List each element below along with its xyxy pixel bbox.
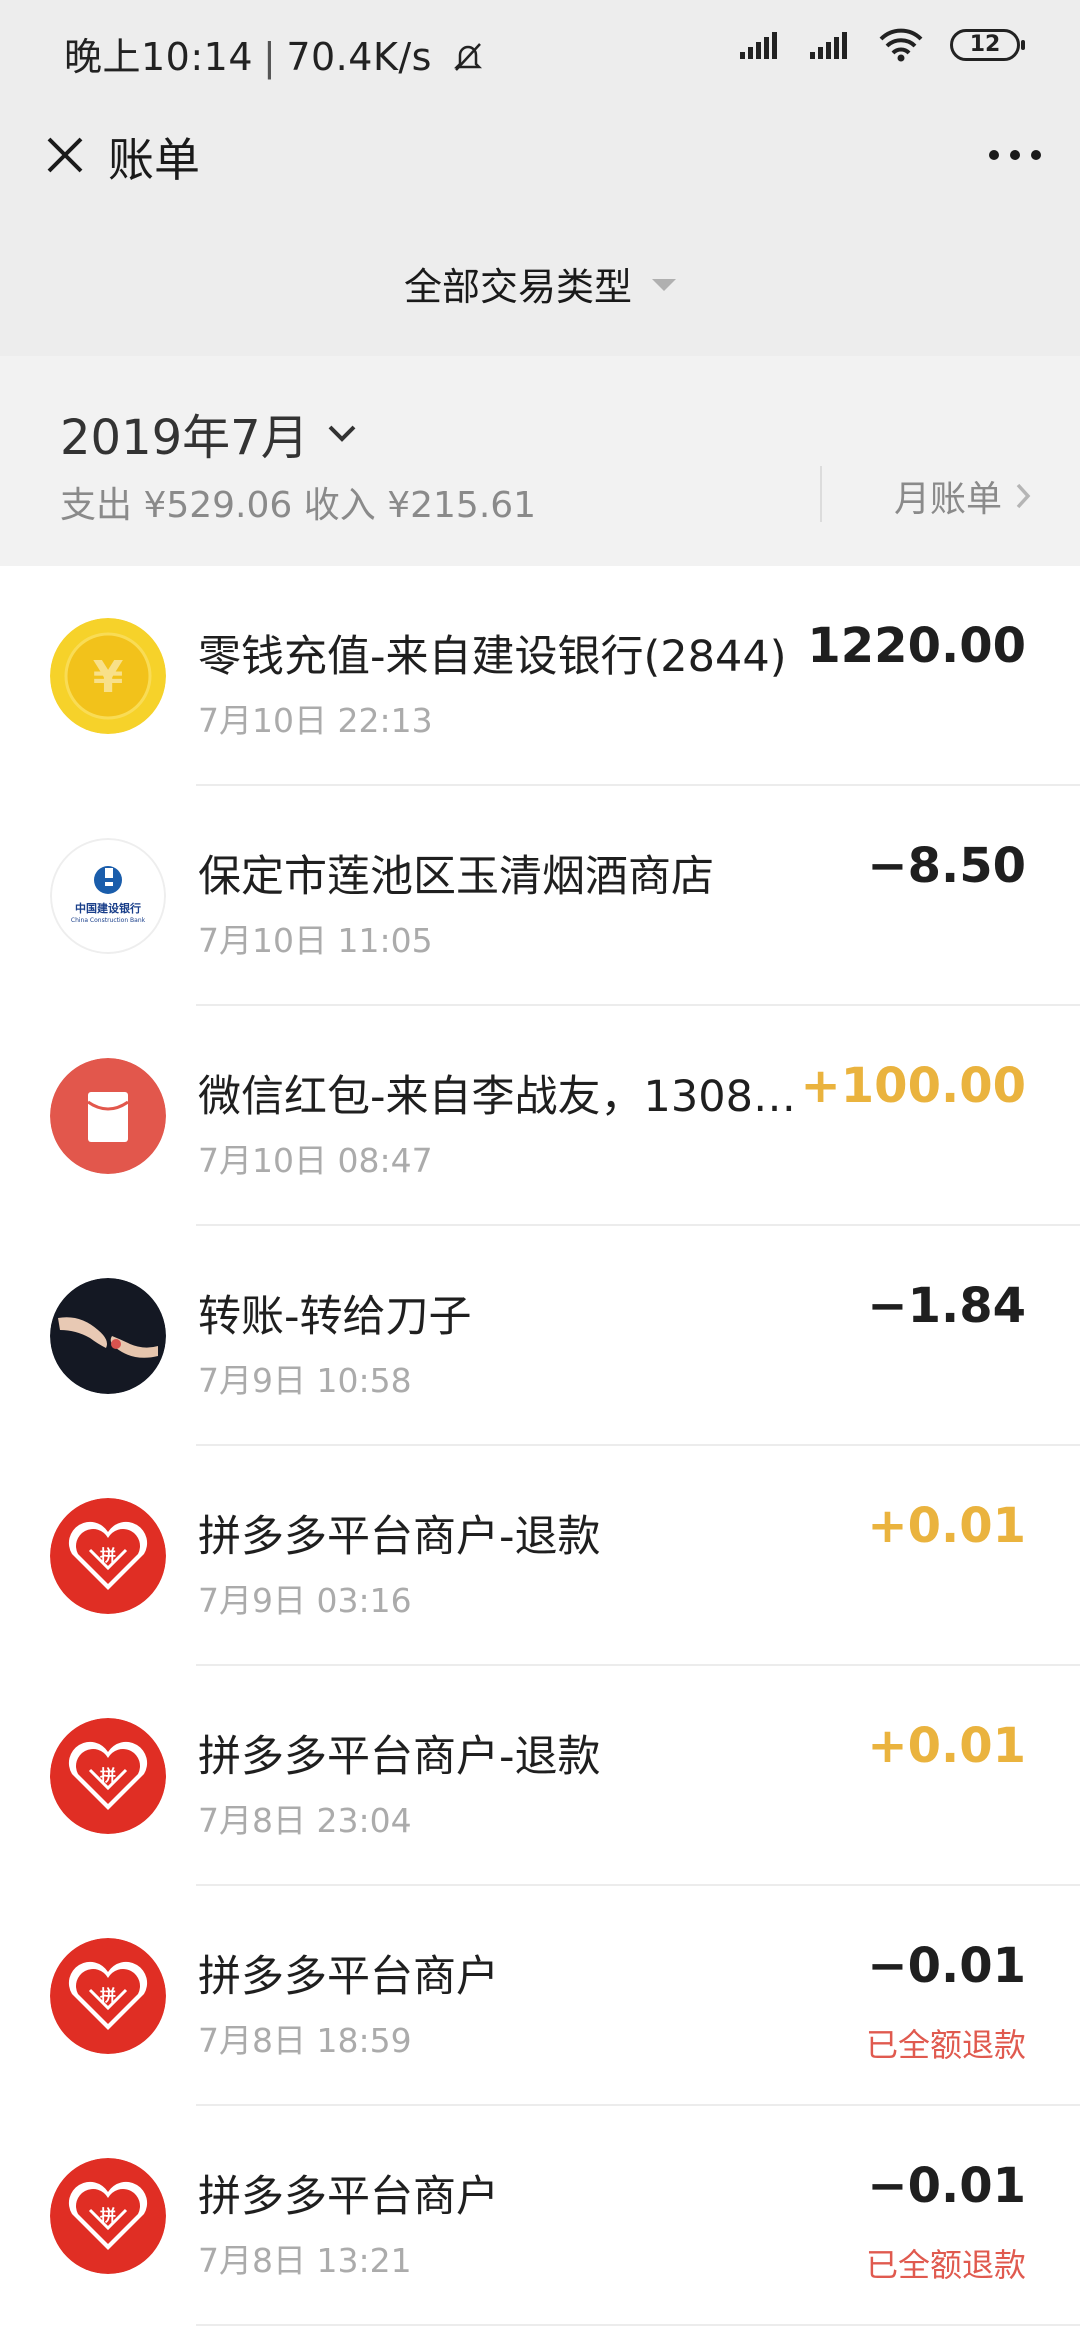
transaction-time: 7月10日 08:47 [198,1141,433,1180]
svg-text:拼: 拼 [100,1546,116,1565]
transaction-title: 拼多多平台商户 [198,2172,499,2222]
status-left: 晚上10:14 | 70.4K/s [64,26,485,81]
user-photo-avatar [50,1278,166,1394]
transaction-title: 转账-转给刀子 [198,1292,472,1342]
svg-text:China Construction Bank: China Construction Bank [71,917,146,924]
monthly-bill-button[interactable]: 月账单 [894,470,1032,522]
pinduoduo-logo: 拼 [50,2158,166,2274]
transaction-row[interactable]: 拼 拼多多平台商户 7月8日 18:59 −0.01 已全额退款 [0,1886,1080,2106]
transaction-amount: −1.84 [867,1278,1026,1334]
transaction-row[interactable]: 微信红包-来自李战友，13082… 7月10日 08:47 +100.00 [0,1006,1080,1226]
refund-status: 已全额退款 [865,2026,1026,2064]
transaction-row[interactable]: 拼 拼多多平台商户 7月8日 13:21 −0.01 已全额退款 [0,2106,1080,2326]
battery-icon: 12 [950,29,1025,61]
refund-status: 已全额退款 [865,2246,1026,2284]
transaction-time: 7月8日 18:59 [198,2021,412,2060]
transaction-amount: −0.01 [867,1938,1026,1994]
transaction-row[interactable]: 拼 拼多多平台商户-退款 7月8日 23:04 +0.01 [0,1666,1080,1886]
filter-bar: 全部交易类型 [0,210,1080,356]
close-button[interactable] [28,118,102,192]
month-header: 2019年7月 支出 ¥529.06 收入 ¥215.61 月账单 [0,356,1080,566]
transaction-amount: −0.01 [867,2158,1026,2214]
pinduoduo-logo: 拼 [50,1498,166,1614]
transaction-title: 零钱充值-来自建设银行(2844) [198,632,787,682]
filter-label: 全部交易类型 [403,264,632,309]
transaction-title: 拼多多平台商户 [198,1952,499,2002]
transaction-amount: +100.00 [800,1058,1026,1114]
more-dots-icon [989,150,1041,160]
red-packet-icon [50,1058,166,1174]
transaction-time: 7月9日 10:58 [198,1361,412,1400]
close-icon [47,137,83,173]
transaction-row[interactable]: 中国建设银行 China Construction Bank 保定市莲池区玉清烟… [0,786,1080,1006]
transaction-title: 拼多多平台商户-退款 [198,1512,601,1562]
mute-bell-icon [453,43,482,71]
transaction-row[interactable]: 转账-转给刀子 7月9日 10:58 −1.84 [0,1226,1080,1446]
status-icons: 12 [738,28,1025,62]
ccb-bank-logo: 中国建设银行 China Construction Bank [50,838,166,954]
transaction-amount: 1220.00 [807,618,1026,674]
divider [820,466,822,522]
page-title: 账单 [108,133,200,187]
transaction-time: 7月8日 23:04 [198,1801,412,1840]
svg-text:拼: 拼 [100,1766,116,1785]
transaction-type-filter[interactable]: 全部交易类型 [404,256,676,311]
transaction-amount: +0.01 [867,1498,1026,1554]
dropdown-caret-icon [652,279,676,291]
signal-icon [810,32,847,59]
transaction-amount: +0.01 [867,1718,1026,1774]
status-time: 晚上10:14 [64,35,254,79]
svg-text:中国建设银行: 中国建设银行 [75,901,141,915]
svg-text:拼: 拼 [100,1986,116,2005]
monthly-bill-label: 月账单 [893,479,1002,520]
transaction-row[interactable]: ¥ 零钱充值-来自建设银行(2844) 7月10日 22:13 1220.00 [0,566,1080,786]
month-label: 2019年7月 [60,410,309,466]
transaction-row[interactable]: 拼 拼多多平台商户-退款 7月9日 03:16 +0.01 [0,1446,1080,1666]
coin-yen-icon: ¥ [50,618,166,734]
month-summary: 支出 ¥529.06 收入 ¥215.61 [60,485,537,526]
transaction-title: 保定市莲池区玉清烟酒商店 [198,852,714,902]
svg-text:拼: 拼 [100,2206,116,2225]
transaction-title: 拼多多平台商户-退款 [198,1732,601,1782]
transaction-time: 7月8日 13:21 [198,2241,412,2280]
transaction-title: 微信红包-来自李战友，13082… [198,1072,798,1122]
transaction-time: 7月10日 11:05 [198,921,433,960]
chevron-down-icon [328,425,356,442]
chevron-right-icon [1016,483,1031,509]
top-bar: 账单 [0,100,1080,210]
transaction-time: 7月9日 03:16 [198,1581,412,1620]
status-net-speed: 70.4K/s [286,35,432,79]
transaction-amount: −8.50 [867,838,1026,894]
pinduoduo-logo: 拼 [50,1718,166,1834]
wifi-icon [879,28,923,62]
svg-text:¥: ¥ [93,652,124,703]
month-selector[interactable]: 2019年7月 [60,398,357,468]
transaction-list: ¥ 零钱充值-来自建设银行(2844) 7月10日 22:13 1220.00 … [0,566,1080,2326]
signal-icon [740,32,777,59]
status-bar: 晚上10:14 | 70.4K/s 12 [0,0,1080,100]
pinduoduo-logo: 拼 [50,1938,166,2054]
transaction-time: 7月10日 22:13 [198,701,433,740]
more-button[interactable] [978,118,1052,192]
